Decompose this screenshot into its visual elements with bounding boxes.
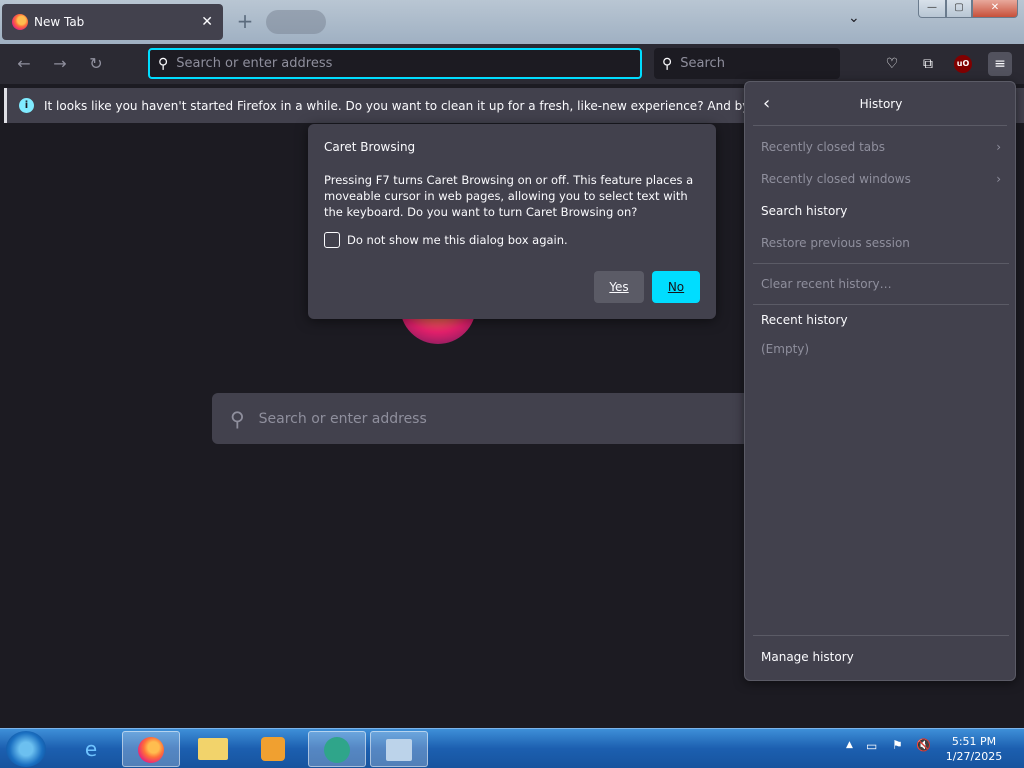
maximize-button[interactable]: ▢	[946, 0, 972, 18]
start-button[interactable]	[6, 731, 46, 767]
firefox-icon	[12, 14, 28, 30]
firefox-taskbar-icon[interactable]	[122, 731, 180, 767]
url-input[interactable]	[176, 56, 617, 71]
back-button[interactable]: ←	[14, 54, 34, 74]
recently-closed-tabs-label: Recently closed tabs	[761, 140, 885, 154]
forward-button[interactable]: →	[50, 54, 70, 74]
dont-show-again-label[interactable]: Do not show me this dialog box again.	[347, 233, 568, 247]
minimize-button[interactable]: —	[918, 0, 946, 18]
internet-explorer-icon[interactable]: e	[62, 731, 120, 767]
panel-separator	[753, 263, 1009, 264]
recently-closed-windows-item[interactable]: Recently closed windows ›	[761, 172, 1001, 186]
yes-button[interactable]: Yes	[594, 271, 644, 303]
windows-taskbar: e ▲ ▭ ⚑ 🔇 5:51 PM 1/27/2025	[0, 728, 1024, 768]
recently-closed-tabs-item[interactable]: Recently closed tabs ›	[761, 140, 1001, 154]
action-center-flag-icon[interactable]: ⚑	[892, 738, 903, 752]
history-panel-header: ‹ History	[753, 82, 1007, 126]
panel-separator	[753, 304, 1009, 305]
dialog-message: Pressing F7 turns Caret Browsing on or o…	[324, 173, 694, 219]
close-tab-icon[interactable]: ✕	[201, 14, 213, 30]
reload-button[interactable]: ↻	[86, 54, 106, 74]
chevron-right-icon: ›	[996, 172, 1001, 186]
history-panel: ‹ History Recently closed tabs › Recentl…	[744, 81, 1016, 681]
window-close-button[interactable]: ✕	[972, 0, 1018, 18]
recent-history-heading: Recent history	[761, 313, 848, 327]
recently-closed-windows-label: Recently closed windows	[761, 172, 911, 186]
dont-show-again-checkbox[interactable]	[324, 232, 340, 248]
tab-strip: New Tab ✕ + ⌄ — ▢ ✕	[0, 0, 1024, 44]
recent-history-empty: (Empty)	[761, 342, 810, 356]
caret-browsing-dialog: Caret Browsing Pressing F7 turns Caret B…	[308, 124, 716, 319]
taskbar-clock[interactable]: 5:51 PM 1/27/2025	[940, 734, 1008, 764]
clock-time: 5:51 PM	[951, 735, 997, 748]
list-all-tabs-button[interactable]: ⌄	[848, 10, 860, 26]
new-tab-button[interactable]: +	[232, 8, 258, 34]
chevron-right-icon: ›	[996, 140, 1001, 154]
show-hidden-icons-button[interactable]: ▲	[846, 740, 853, 750]
panel-separator	[753, 635, 1009, 636]
media-player-icon[interactable]	[244, 731, 302, 767]
clock-date: 1/27/2025	[945, 750, 1003, 763]
newtab-search-box[interactable]: ⚲	[212, 393, 752, 444]
search-history-item[interactable]: Search history	[761, 204, 1001, 218]
tab-title: New Tab	[34, 15, 85, 29]
history-panel-title: History	[859, 97, 903, 111]
search-icon: ⚲	[230, 406, 245, 431]
tab-new-tab[interactable]: New Tab ✕	[2, 4, 223, 40]
url-bar[interactable]: ⚲	[148, 48, 642, 79]
extensions-icon[interactable]: ⧉	[916, 52, 940, 76]
search-input[interactable]	[680, 56, 831, 71]
search-icon: ⚲	[158, 55, 169, 72]
clear-recent-history-item[interactable]: Clear recent history…	[761, 277, 1001, 291]
manage-history-item[interactable]: Manage history	[761, 650, 1001, 664]
restore-previous-session-item[interactable]: Restore previous session	[761, 236, 1001, 250]
tab-placeholder	[266, 10, 326, 34]
search-bar[interactable]: ⚲	[654, 48, 840, 79]
file-explorer-icon[interactable]	[184, 731, 242, 767]
network-icon[interactable]: ▭	[866, 739, 877, 753]
search-icon: ⚲	[662, 55, 673, 72]
control-panel-icon[interactable]	[370, 731, 428, 767]
app-menu-button[interactable]: ≡	[988, 52, 1012, 76]
dialog-title: Caret Browsing	[324, 140, 416, 154]
info-icon: i	[19, 98, 34, 113]
newtab-search-input[interactable]	[258, 410, 699, 427]
dont-show-again-option[interactable]: Do not show me this dialog box again.	[324, 232, 700, 248]
app-taskbar-icon[interactable]	[308, 731, 366, 767]
pocket-icon[interactable]: ♡	[880, 52, 904, 76]
no-button[interactable]: No	[652, 271, 700, 303]
volume-muted-icon[interactable]: 🔇	[916, 738, 931, 752]
ublock-origin-icon[interactable]: uO	[954, 55, 972, 73]
